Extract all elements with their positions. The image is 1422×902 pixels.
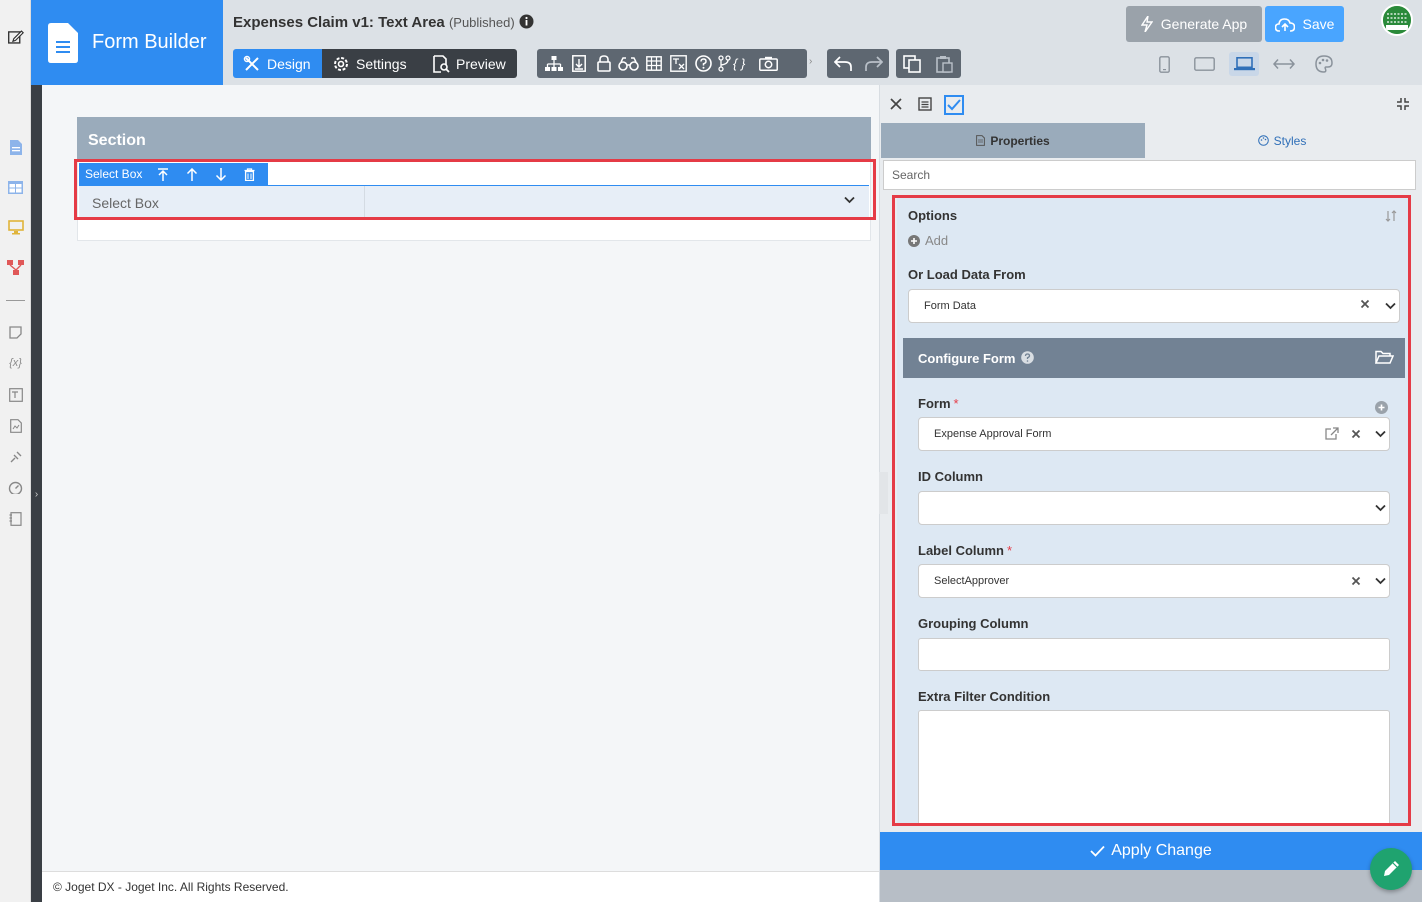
plugin-icon[interactable] <box>7 448 24 465</box>
app-status: (Published) <box>448 15 515 30</box>
brand: Form Builder <box>31 0 223 85</box>
info-icon[interactable] <box>519 14 534 29</box>
save-label: Save <box>1302 16 1335 32</box>
tab-styles[interactable]: Styles <box>1145 123 1419 158</box>
lock-icon[interactable] <box>593 53 614 74</box>
section-title: Section <box>88 132 146 149</box>
property-search-input[interactable] <box>883 160 1416 190</box>
translate-icon[interactable] <box>7 386 24 403</box>
generate-app-label: Generate App <box>1160 16 1248 32</box>
highlight-box-field <box>74 159 876 220</box>
binoculars-icon[interactable] <box>618 53 639 74</box>
note-icon[interactable] <box>7 324 24 341</box>
tablet-view-icon[interactable] <box>1189 52 1219 76</box>
userview-icon[interactable] <box>7 219 24 236</box>
rail-divider <box>6 300 25 301</box>
preview-tab[interactable]: Preview <box>422 49 517 78</box>
preview-tab-label: Preview <box>456 55 506 72</box>
compress-icon[interactable] <box>1396 97 1410 111</box>
form-icon[interactable] <box>7 139 24 156</box>
close-icon[interactable] <box>889 97 903 111</box>
brand-title: Form Builder <box>92 31 207 53</box>
edit-icon[interactable] <box>7 28 24 45</box>
settings-tab-label: Settings <box>356 55 407 72</box>
palette-icon <box>1257 135 1269 146</box>
builder-toolbar: { } <box>537 49 807 78</box>
preview-icon <box>432 54 450 73</box>
panel-resize-handle[interactable] <box>879 472 888 514</box>
translate-icon[interactable] <box>668 53 689 74</box>
chevron-right-icon[interactable]: › <box>31 486 42 502</box>
question-circle-icon[interactable] <box>693 53 714 74</box>
redo-icon[interactable] <box>864 55 883 72</box>
tab-properties[interactable]: Properties <box>881 123 1145 158</box>
save-button[interactable]: Save <box>1265 6 1344 42</box>
tree-structure-icon[interactable] <box>543 53 564 74</box>
notepad-icon[interactable] <box>7 510 24 527</box>
datalist-icon[interactable] <box>7 179 24 196</box>
app-title: Expenses Claim v1: Text Area (Published) <box>233 14 534 31</box>
form-document-icon <box>48 22 78 63</box>
design-tools-icon <box>243 55 261 73</box>
highlight-box-properties <box>892 195 1411 826</box>
laptop-view-icon[interactable] <box>1229 52 1259 76</box>
app-title-text: Expenses Claim v1: Text Area <box>233 14 445 31</box>
mobile-view-icon[interactable] <box>1149 52 1179 76</box>
document-icon <box>976 135 986 146</box>
left-rail: {x} <box>0 0 31 902</box>
checkbox-view-icon[interactable] <box>944 95 964 115</box>
apply-change-label: Apply Change <box>1111 842 1212 859</box>
properties-view-icon[interactable] <box>918 97 932 111</box>
image-file-icon[interactable] <box>7 417 24 434</box>
settings-tab[interactable]: Settings <box>322 49 422 78</box>
file-insert-icon[interactable] <box>568 53 589 74</box>
code-branch-icon[interactable]: { } <box>718 53 754 74</box>
camera-icon[interactable] <box>758 53 779 74</box>
palette-icon[interactable] <box>1309 52 1339 76</box>
variable-icon[interactable]: {x} <box>7 354 24 371</box>
history-toolbar <box>827 49 889 78</box>
check-icon <box>1090 845 1105 857</box>
dashboard-icon[interactable] <box>7 479 24 496</box>
tab-properties-label: Properties <box>990 133 1050 148</box>
undo-icon[interactable] <box>833 55 852 72</box>
section-header[interactable]: Section <box>77 117 871 159</box>
generate-app-button[interactable]: Generate App <box>1126 6 1262 42</box>
copy-icon[interactable] <box>903 54 922 73</box>
clipboard-toolbar <box>896 49 961 78</box>
apply-change-button[interactable]: Apply Change <box>880 832 1422 870</box>
cloud-upload-icon <box>1274 17 1295 32</box>
chevron-right-icon[interactable]: › <box>809 56 812 67</box>
table-grid-icon[interactable] <box>643 53 664 74</box>
footer: © Joget DX - Joget Inc. All Rights Reser… <box>42 871 879 902</box>
pencil-icon[interactable] <box>1370 848 1412 890</box>
design-tab-label: Design <box>267 55 311 72</box>
design-tab[interactable]: Design <box>233 49 322 78</box>
gear-icon <box>332 55 350 73</box>
tab-styles-label: Styles <box>1273 133 1307 148</box>
lightning-icon <box>1140 16 1153 32</box>
full-width-view-icon[interactable] <box>1269 52 1299 76</box>
paste-icon[interactable] <box>935 55 954 73</box>
svg-text:{ }: { } <box>733 56 746 71</box>
panel-footer <box>880 870 1422 902</box>
process-icon[interactable] <box>7 259 24 276</box>
avatar[interactable] <box>1381 4 1413 36</box>
